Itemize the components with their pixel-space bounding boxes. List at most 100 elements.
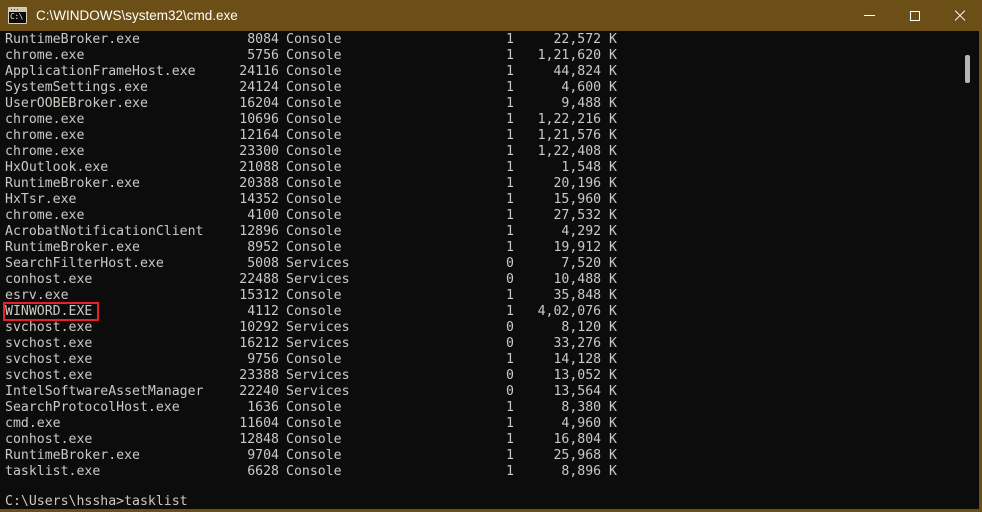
process-session-name: Console <box>286 144 342 160</box>
close-icon <box>953 9 966 22</box>
process-pid: 12848 <box>185 432 279 448</box>
process-session-num: 1 <box>435 176 514 192</box>
process-session-num: 1 <box>435 80 514 96</box>
process-mem: 33,276 K <box>515 336 617 352</box>
process-session-name: Console <box>286 448 342 464</box>
process-name: SearchProtocolHost.exe <box>5 400 180 416</box>
close-button[interactable] <box>937 0 982 31</box>
process-session-name: Console <box>286 208 342 224</box>
process-mem: 10,488 K <box>515 272 617 288</box>
process-name: conhost.exe <box>5 272 92 288</box>
process-session-num: 0 <box>435 336 514 352</box>
process-mem: 4,600 K <box>515 80 617 96</box>
title-bar[interactable]: C:\ C:\WINDOWS\system32\cmd.exe <box>0 0 982 31</box>
process-pid: 12896 <box>185 224 279 240</box>
console-output-area[interactable]: RuntimeBroker.exe8084Console122,572 Kchr… <box>0 31 982 512</box>
process-session-num: 1 <box>435 32 514 48</box>
process-name: HxOutlook.exe <box>5 160 108 176</box>
process-mem: 14,128 K <box>515 352 617 368</box>
process-session-name: Console <box>286 400 342 416</box>
process-name: SearchFilterHost.exe <box>5 256 164 272</box>
process-session-num: 1 <box>435 224 514 240</box>
process-session-name: Console <box>286 288 342 304</box>
process-session-num: 0 <box>435 384 514 400</box>
process-mem: 1,21,576 K <box>515 128 617 144</box>
command-prompt-line: C:\Users\hssha>tasklist <box>5 494 188 510</box>
process-pid: 10292 <box>185 320 279 336</box>
process-session-name: Console <box>286 304 342 320</box>
process-name: chrome.exe <box>5 128 84 144</box>
process-session-name: Console <box>286 80 342 96</box>
process-name: cmd.exe <box>5 416 61 432</box>
process-mem: 13,564 K <box>515 384 617 400</box>
process-session-num: 0 <box>435 368 514 384</box>
process-name: svchost.exe <box>5 352 92 368</box>
process-pid: 22240 <box>185 384 279 400</box>
process-mem: 35,848 K <box>515 288 617 304</box>
process-name: WINWORD.EXE <box>5 304 92 320</box>
process-name: RuntimeBroker.exe <box>5 448 140 464</box>
process-mem: 25,968 K <box>515 448 617 464</box>
process-session-num: 1 <box>435 400 514 416</box>
vertical-scrollbar[interactable] <box>960 31 976 509</box>
process-session-name: Console <box>286 32 342 48</box>
process-session-num: 1 <box>435 160 514 176</box>
process-mem: 16,804 K <box>515 432 617 448</box>
process-mem: 15,960 K <box>515 192 617 208</box>
process-mem: 27,532 K <box>515 208 617 224</box>
process-pid: 1636 <box>185 400 279 416</box>
process-pid: 11604 <box>185 416 279 432</box>
process-pid: 16212 <box>185 336 279 352</box>
process-name: conhost.exe <box>5 432 92 448</box>
process-mem: 8,380 K <box>515 400 617 416</box>
process-pid: 23300 <box>185 144 279 160</box>
process-session-num: 1 <box>435 432 514 448</box>
process-session-num: 1 <box>435 304 514 320</box>
process-mem: 13,052 K <box>515 368 617 384</box>
process-session-name: Console <box>286 464 342 480</box>
process-session-name: Console <box>286 240 342 256</box>
process-session-num: 1 <box>435 112 514 128</box>
process-pid: 12164 <box>185 128 279 144</box>
process-name: RuntimeBroker.exe <box>5 176 140 192</box>
process-session-name: Services <box>286 272 350 288</box>
process-session-num: 1 <box>435 208 514 224</box>
process-session-name: Console <box>286 160 342 176</box>
process-mem: 4,02,076 K <box>515 304 617 320</box>
process-name: chrome.exe <box>5 144 84 160</box>
process-pid: 24116 <box>185 64 279 80</box>
process-mem: 4,292 K <box>515 224 617 240</box>
process-pid: 20388 <box>185 176 279 192</box>
cmd-window: C:\ C:\WINDOWS\system32\cmd.exe RuntimeB… <box>0 0 982 512</box>
process-session-num: 1 <box>435 464 514 480</box>
process-mem: 7,520 K <box>515 256 617 272</box>
window-controls <box>847 0 982 31</box>
process-mem: 9,488 K <box>515 96 617 112</box>
process-session-num: 1 <box>435 128 514 144</box>
process-session-num: 1 <box>435 240 514 256</box>
maximize-icon <box>910 11 920 21</box>
process-name: svchost.exe <box>5 320 92 336</box>
process-session-name: Console <box>286 96 342 112</box>
process-mem: 22,572 K <box>515 32 617 48</box>
process-session-name: Services <box>286 336 350 352</box>
maximize-button[interactable] <box>892 0 937 31</box>
process-session-name: Console <box>286 176 342 192</box>
process-mem: 1,22,408 K <box>515 144 617 160</box>
process-pid: 9756 <box>185 352 279 368</box>
process-session-num: 0 <box>435 320 514 336</box>
process-mem: 44,824 K <box>515 64 617 80</box>
process-mem: 8,896 K <box>515 464 617 480</box>
process-session-name: Services <box>286 320 350 336</box>
process-pid: 21088 <box>185 160 279 176</box>
process-name: RuntimeBroker.exe <box>5 240 140 256</box>
process-name: SystemSettings.exe <box>5 80 148 96</box>
process-name: ApplicationFrameHost.exe <box>5 64 196 80</box>
minimize-icon <box>864 15 875 16</box>
minimize-button[interactable] <box>847 0 892 31</box>
scrollbar-thumb[interactable] <box>965 55 970 83</box>
process-session-num: 1 <box>435 144 514 160</box>
process-pid: 15312 <box>185 288 279 304</box>
process-pid: 14352 <box>185 192 279 208</box>
process-mem: 19,912 K <box>515 240 617 256</box>
